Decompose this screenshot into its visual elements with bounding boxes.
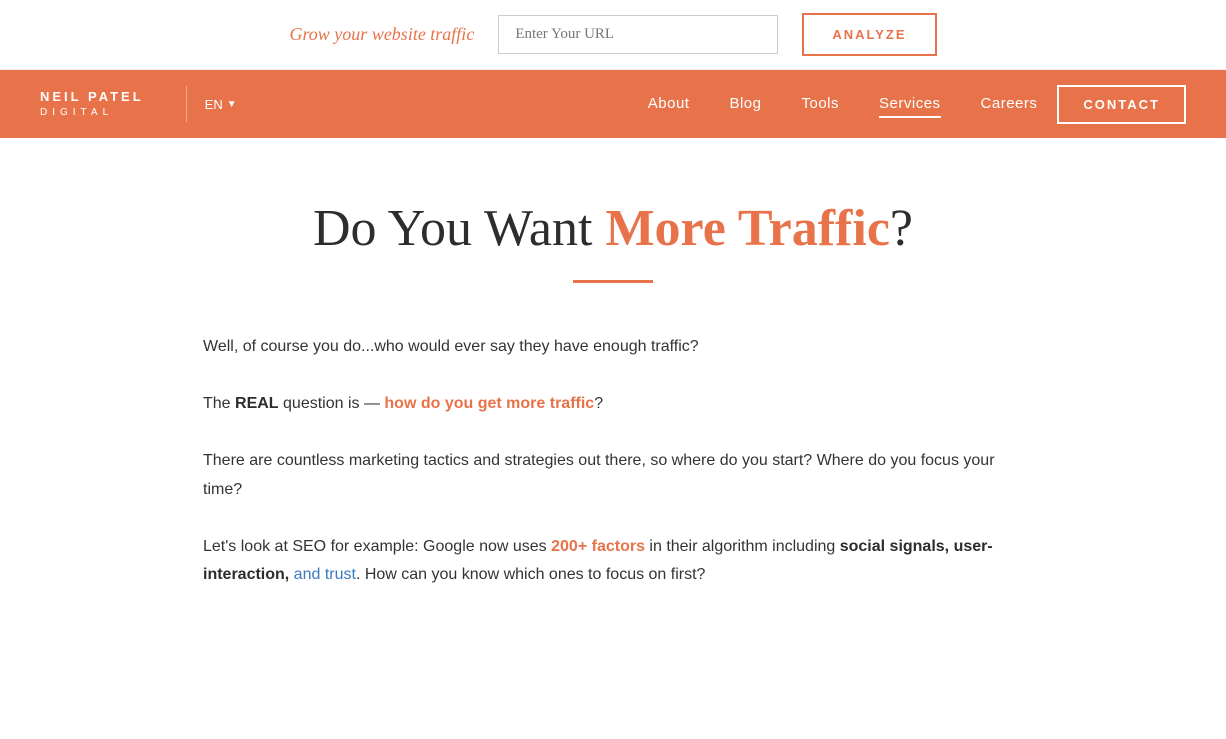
heading-underline [573,280,653,283]
language-selector[interactable]: EN ▼ [205,97,237,112]
top-bar: Grow your website traffic ANALYZE [0,0,1226,70]
contact-button[interactable]: CONTACT [1057,85,1186,124]
chevron-down-icon: ▼ [227,99,237,110]
paragraph-4: Let's look at SEO for example: Google no… [203,533,1023,591]
nav-item-blog[interactable]: Blog [729,95,761,113]
analyze-button[interactable]: ANALYZE [802,13,936,56]
nav-item-careers[interactable]: Careers [981,95,1038,113]
trust-link[interactable]: and trust [289,566,356,583]
hero-heading: Do You Want More Traffic? [203,198,1023,260]
nav-item-services[interactable]: Services [879,95,941,113]
nav-item-tools[interactable]: Tools [801,95,839,113]
more-traffic-link[interactable]: how do you get more traffic [384,395,594,412]
paragraph-2: The REAL question is — how do you get mo… [203,390,1023,419]
paragraph-3: There are countless marketing tactics an… [203,447,1023,505]
url-input[interactable] [498,15,778,54]
tagline: Grow your website traffic [289,24,474,45]
logo: NEIL PATEL DIGITAL [40,89,144,119]
paragraph-1: Well, of course you do...who would ever … [203,333,1023,362]
nav-divider [186,86,187,122]
nav-links: About Blog Tools Services Careers [648,95,1038,113]
nav-item-about[interactable]: About [648,95,690,113]
main-content: Do You Want More Traffic? Well, of cours… [163,138,1063,658]
navbar: NEIL PATEL DIGITAL EN ▼ About Blog Tools… [0,70,1226,138]
